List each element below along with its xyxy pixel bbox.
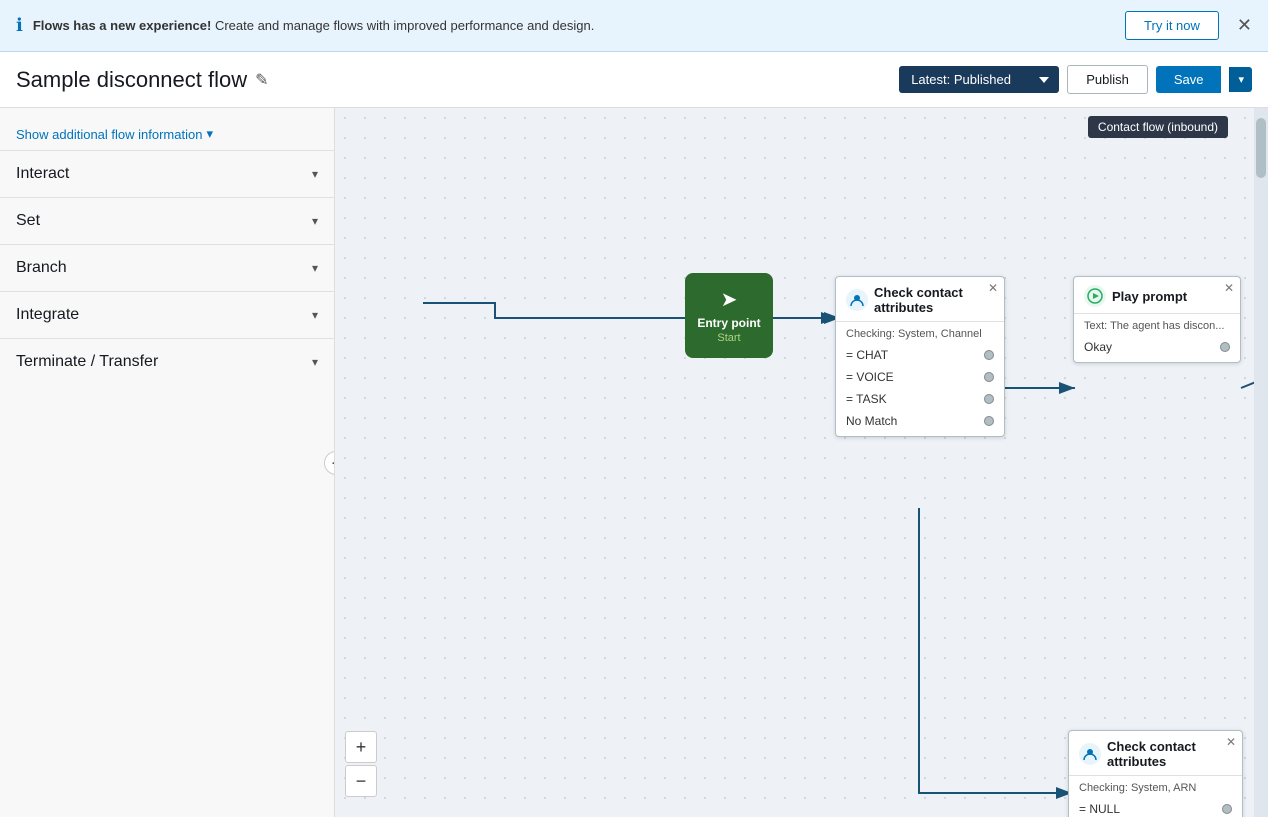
- edit-title-icon[interactable]: ✎: [255, 70, 268, 90]
- entry-start-label: Start: [697, 332, 761, 344]
- show-info-chevron: ▾: [206, 126, 213, 142]
- flow-connections-svg: [335, 108, 1268, 817]
- check2-header: Check contact attributes ✕: [1069, 731, 1242, 776]
- sidebar-branch-label: Branch: [16, 259, 67, 277]
- check1-header: Check contact attributes ✕: [836, 277, 1004, 322]
- sidebar-section-interact-header[interactable]: Interact ▾: [0, 151, 334, 197]
- check1-option-nomatch: No Match: [836, 410, 1004, 436]
- play-prompt-title: Play prompt: [1112, 289, 1187, 304]
- header-controls: Latest: Published Publish Save ▾: [899, 65, 1252, 94]
- banner-text: Flows has a new experience! Create and m…: [33, 18, 1115, 33]
- check1-option-voice: = VOICE: [836, 366, 1004, 388]
- check1-voice-connector: [984, 372, 994, 382]
- play-prompt-okay-connector: [1220, 342, 1230, 352]
- play-prompt-close-button[interactable]: ✕: [1224, 281, 1234, 295]
- sidebar-section-terminate: Terminate / Transfer ▾: [0, 338, 334, 385]
- check1-title: Check contact attributes: [874, 285, 994, 315]
- play-prompt-icon: [1084, 285, 1106, 307]
- sidebar-section-branch-header[interactable]: Branch ▾: [0, 245, 334, 291]
- contact-flow-badge: Contact flow (inbound): [1088, 116, 1228, 138]
- play-prompt-node[interactable]: Play prompt ✕ Text: The agent has discon…: [1073, 276, 1241, 363]
- banner-close-button[interactable]: ✕: [1237, 15, 1252, 36]
- sidebar-set-label: Set: [16, 212, 40, 230]
- play-prompt-header: Play prompt ✕: [1074, 277, 1240, 314]
- show-info-text: Show additional flow information: [16, 127, 202, 142]
- sidebar-terminate-label: Terminate / Transfer: [16, 353, 158, 371]
- info-banner: ℹ Flows has a new experience! Create and…: [0, 0, 1268, 52]
- flow-title-text: Sample disconnect flow: [16, 67, 247, 93]
- sidebar-section-integrate-header[interactable]: Integrate ▾: [0, 292, 334, 338]
- save-button[interactable]: Save: [1156, 66, 1222, 93]
- zoom-out-button[interactable]: −: [345, 765, 377, 797]
- check2-icon: [1079, 743, 1101, 765]
- sidebar-integrate-label: Integrate: [16, 306, 79, 324]
- check2-null-connector: [1222, 804, 1232, 814]
- check-contact-attributes-node-2[interactable]: Check contact attributes ✕ Checking: Sys…: [1068, 730, 1243, 817]
- branch-chevron-icon: ▾: [312, 261, 318, 275]
- entry-point-node[interactable]: ➤ Entry point Start: [685, 273, 773, 358]
- check1-close-button[interactable]: ✕: [988, 281, 998, 295]
- integrate-chevron-icon: ▾: [312, 308, 318, 322]
- sidebar-section-set-header[interactable]: Set ▾: [0, 198, 334, 244]
- sidebar-section-terminate-header[interactable]: Terminate / Transfer ▾: [0, 339, 334, 385]
- check1-task-connector: [984, 394, 994, 404]
- terminate-chevron-icon: ▾: [312, 355, 318, 369]
- interact-chevron-icon: ▾: [312, 167, 318, 181]
- sidebar-section-set: Set ▾: [0, 197, 334, 244]
- entry-point-label: Entry point: [697, 316, 761, 330]
- check1-option-chat: = CHAT: [836, 344, 1004, 366]
- header: Sample disconnect flow ✎ Latest: Publish…: [0, 52, 1268, 108]
- zoom-in-button[interactable]: +: [345, 731, 377, 763]
- check1-subtitle: Checking: System, Channel: [836, 322, 1004, 344]
- banner-bold-text: Flows has a new experience!: [33, 18, 211, 33]
- sidebar-interact-label: Interact: [16, 165, 69, 183]
- version-select[interactable]: Latest: Published: [899, 66, 1059, 93]
- check2-subtitle: Checking: System, ARN: [1069, 776, 1242, 798]
- sidebar-section-interact: Interact ▾: [0, 150, 334, 197]
- check2-close-button[interactable]: ✕: [1226, 735, 1236, 749]
- publish-button[interactable]: Publish: [1067, 65, 1148, 94]
- sidebar-collapse-button[interactable]: ◀: [324, 451, 335, 475]
- play-prompt-option-okay: Okay: [1074, 336, 1240, 362]
- flow-title-area: Sample disconnect flow ✎: [16, 67, 899, 93]
- check2-title: Check contact attributes: [1107, 739, 1232, 769]
- check2-option-null: = NULL: [1069, 798, 1242, 817]
- version-select-wrap: Latest: Published: [899, 66, 1059, 93]
- zoom-controls: + −: [345, 731, 377, 797]
- play-prompt-subtitle: Text: The agent has discon...: [1074, 314, 1240, 336]
- check1-option-task: = TASK: [836, 388, 1004, 410]
- canvas-scrollbar[interactable]: [1254, 108, 1268, 817]
- check-contact-attributes-node-1[interactable]: Check contact attributes ✕ Checking: Sys…: [835, 276, 1005, 437]
- sidebar-section-integrate: Integrate ▾: [0, 291, 334, 338]
- check1-icon: [846, 289, 868, 311]
- info-icon: ℹ: [16, 15, 23, 36]
- entry-icon: ➤: [697, 287, 761, 312]
- sidebar: ◀ Show additional flow information ▾ Int…: [0, 108, 335, 817]
- check1-nomatch-connector: [984, 416, 994, 426]
- main-area: ◀ Show additional flow information ▾ Int…: [0, 108, 1268, 817]
- banner-rest-text: Create and manage flows with improved pe…: [215, 18, 594, 33]
- try-it-now-button[interactable]: Try it now: [1125, 11, 1219, 40]
- sidebar-section-branch: Branch ▾: [0, 244, 334, 291]
- check1-chat-connector: [984, 350, 994, 360]
- canvas-area[interactable]: Contact flow (inbound): [335, 108, 1268, 817]
- save-caret-button[interactable]: ▾: [1229, 67, 1252, 92]
- set-chevron-icon: ▾: [312, 214, 318, 228]
- show-info-row[interactable]: Show additional flow information ▾: [0, 118, 334, 150]
